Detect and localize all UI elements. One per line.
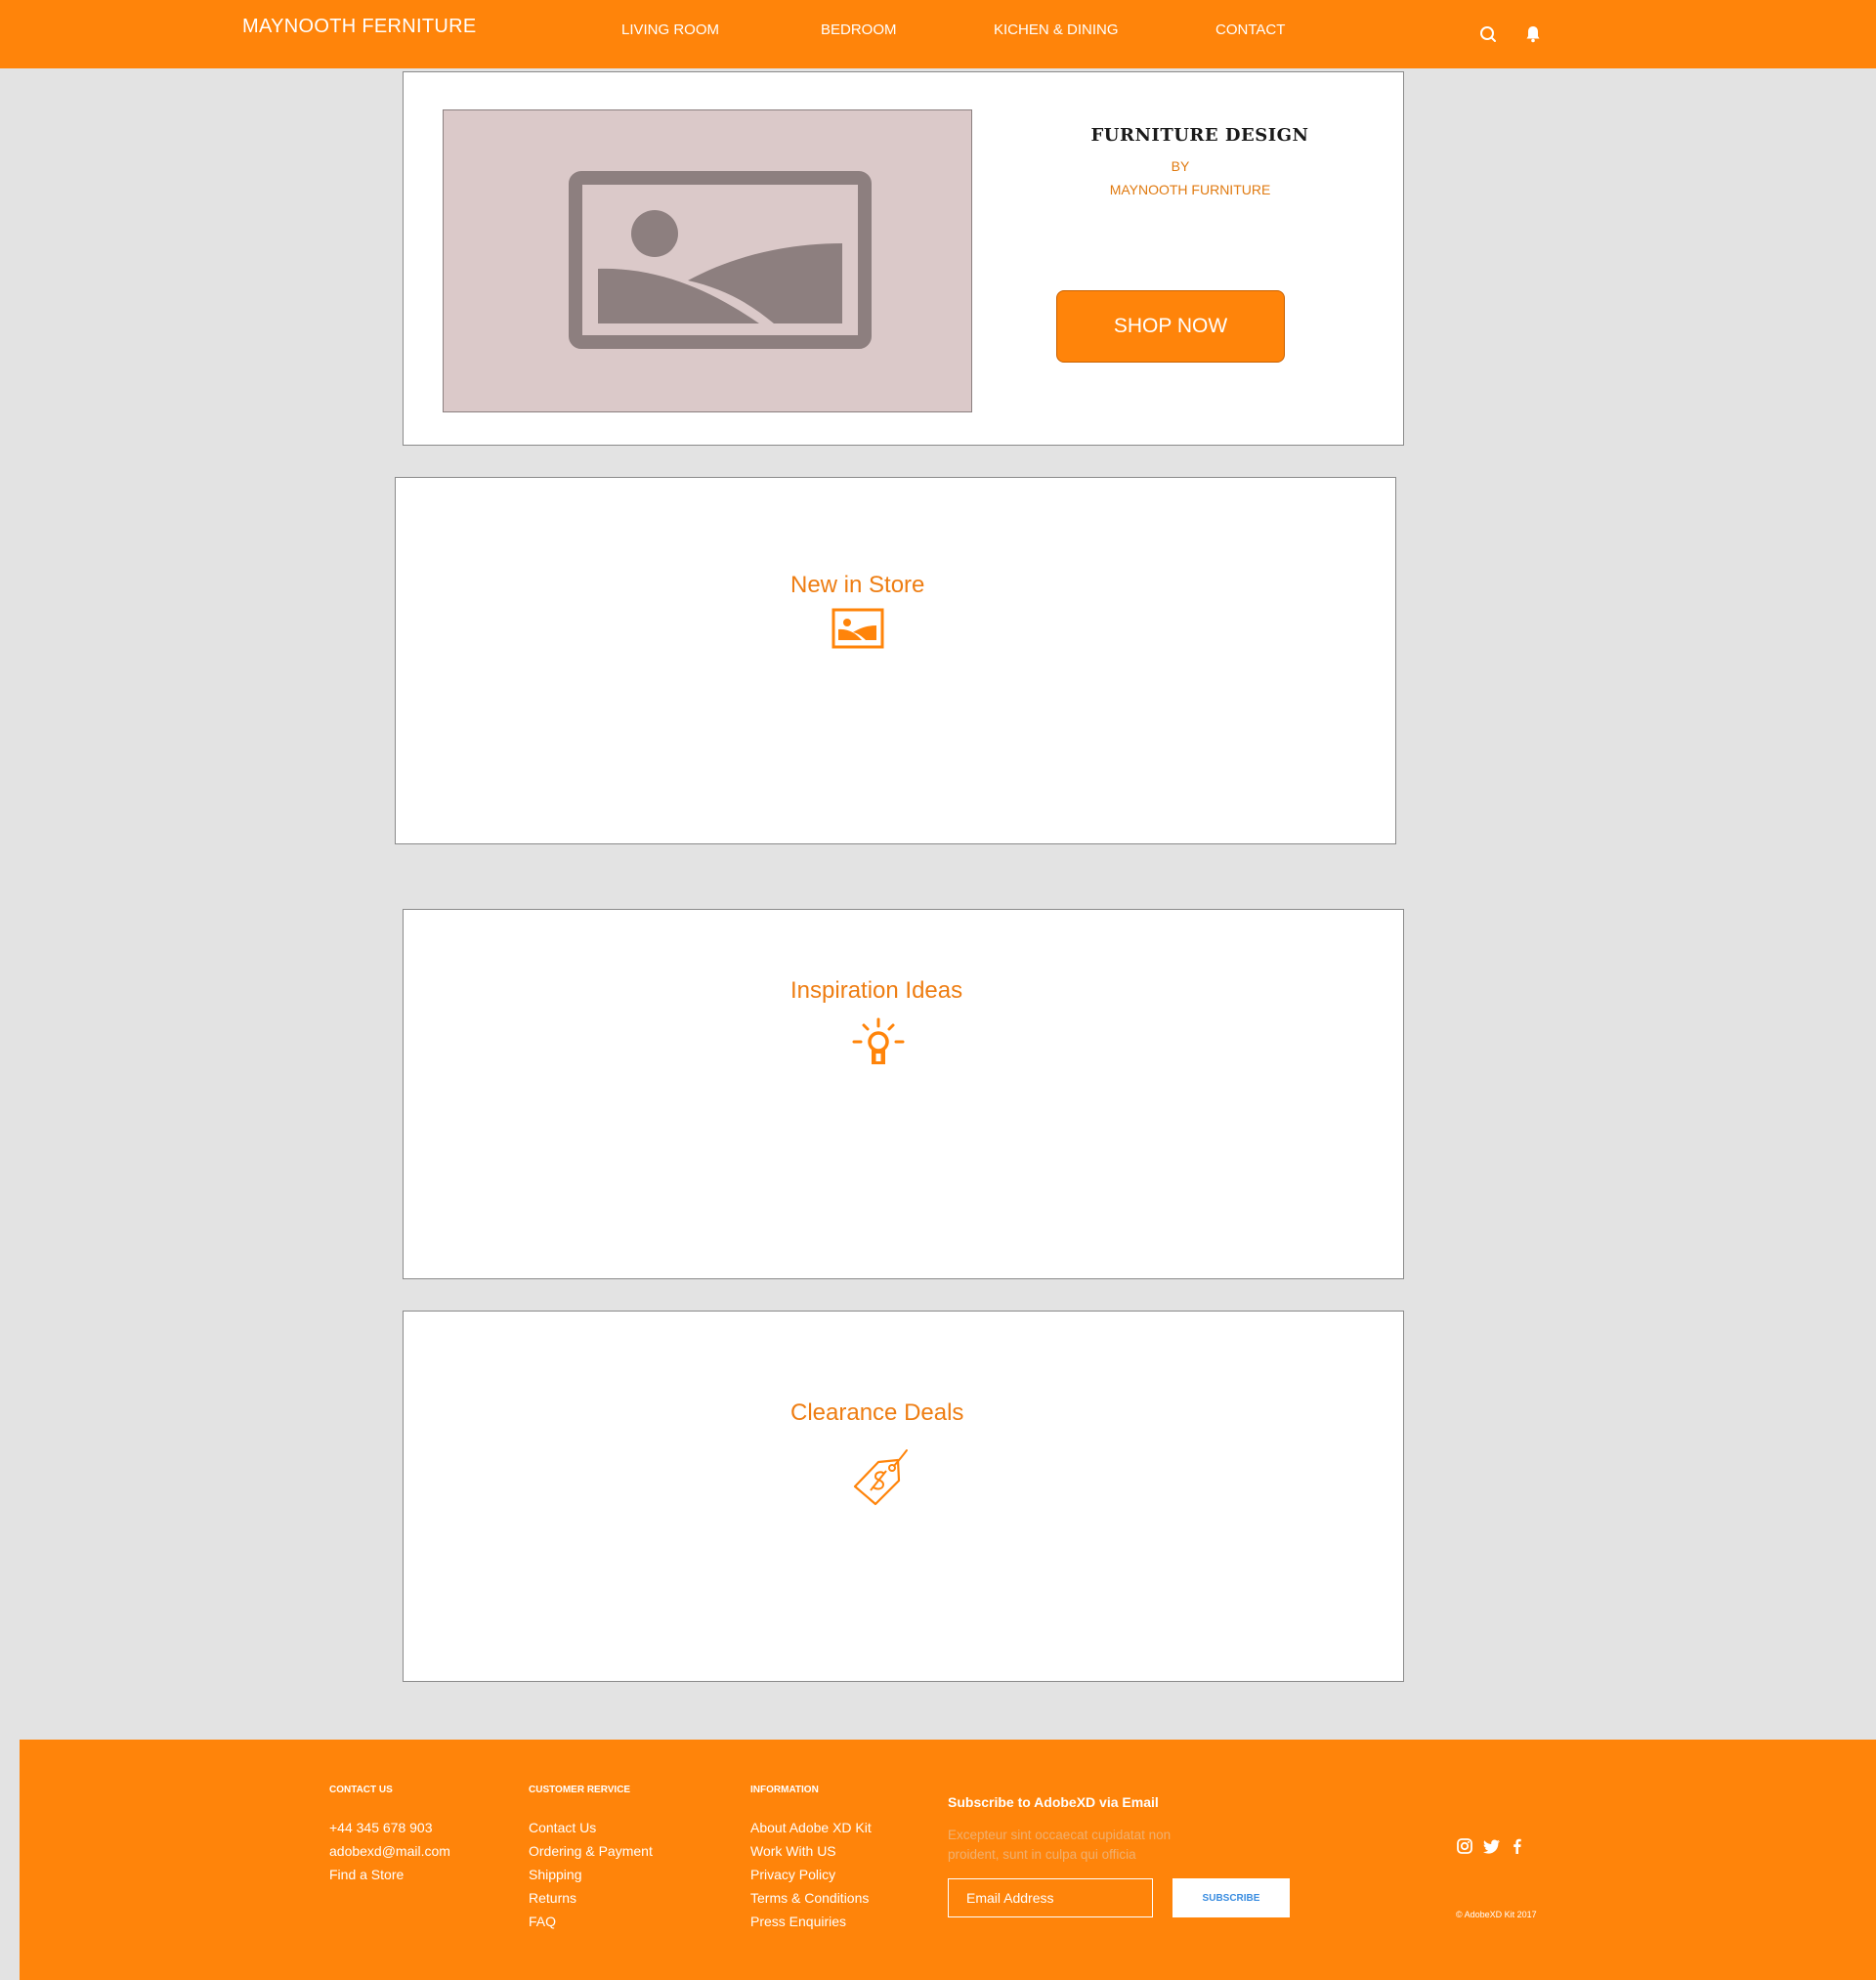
email-address-input[interactable] xyxy=(948,1878,1153,1917)
price-tag-icon xyxy=(853,1449,908,1506)
hero-image-placeholder xyxy=(443,109,972,412)
footer-email-link[interactable]: adobexd@mail.com xyxy=(329,1843,450,1859)
image-placeholder-icon xyxy=(569,171,872,349)
new-in-store-title: New in Store xyxy=(790,572,925,598)
nav-contact[interactable]: CONTACT xyxy=(1215,22,1285,38)
shop-now-button[interactable]: SHOP NOW xyxy=(1056,290,1285,363)
facebook-icon[interactable] xyxy=(1509,1837,1526,1855)
subscribe-description: Excepteur sint occaecat cupidatat non pr… xyxy=(948,1828,1172,1862)
bell-icon[interactable] xyxy=(1522,23,1544,45)
footer-link-contact-us[interactable]: Contact Us xyxy=(529,1820,596,1835)
footer-phone: +44 345 678 903 xyxy=(329,1820,433,1835)
hero-by-label: BY xyxy=(1171,158,1190,174)
brand-logo[interactable]: MAYNOOTH FERNITURE xyxy=(242,16,476,38)
subscribe-title: Subscribe to AdobeXD via Email xyxy=(948,1794,1159,1810)
clearance-deals-card[interactable]: Clearance Deals xyxy=(403,1311,1404,1682)
copyright-text: © AdobeXD Kit 2017 xyxy=(1456,1910,1537,1919)
footer-information-heading: INFORMATION xyxy=(750,1785,819,1795)
footer-link-returns[interactable]: Returns xyxy=(529,1890,576,1906)
footer: CONTACT US +44 345 678 903 adobexd@mail.… xyxy=(20,1740,1876,1980)
inspiration-ideas-card[interactable]: Inspiration Ideas xyxy=(403,909,1404,1279)
footer-link-faq[interactable]: FAQ xyxy=(529,1914,556,1929)
inspiration-ideas-title: Inspiration Ideas xyxy=(790,977,963,1004)
footer-link-terms[interactable]: Terms & Conditions xyxy=(750,1890,869,1906)
hero-card: FURNITURE DESIGN BY MAYNOOTH FURNITURE S… xyxy=(403,71,1404,446)
subscribe-button[interactable]: SUBSCRIBE xyxy=(1172,1878,1290,1917)
hero-company-name: MAYNOOTH FURNITURE xyxy=(1109,182,1271,197)
nav-kitchen-dining[interactable]: KICHEN & DINING xyxy=(994,22,1119,38)
top-nav: MAYNOOTH FERNITURE LIVING ROOM BEDROOM K… xyxy=(0,0,1876,68)
image-icon xyxy=(831,608,884,649)
footer-customer-service-heading: CUSTOMER RERVICE xyxy=(529,1785,631,1795)
clearance-deals-title: Clearance Deals xyxy=(790,1399,964,1426)
search-icon[interactable] xyxy=(1477,23,1499,45)
footer-link-work-with-us[interactable]: Work With US xyxy=(750,1843,836,1859)
footer-link-ordering-payment[interactable]: Ordering & Payment xyxy=(529,1843,653,1859)
lightbulb-icon xyxy=(852,1017,905,1064)
twitter-icon[interactable] xyxy=(1483,1837,1501,1855)
footer-link-about[interactable]: About Adobe XD Kit xyxy=(750,1820,872,1835)
footer-contact-heading: CONTACT US xyxy=(329,1785,393,1795)
hero-title: FURNITURE DESIGN xyxy=(1090,125,1309,146)
nav-living-room[interactable]: LIVING ROOM xyxy=(621,22,719,38)
footer-link-press[interactable]: Press Enquiries xyxy=(750,1914,846,1929)
footer-find-store-link[interactable]: Find a Store xyxy=(329,1867,404,1882)
new-in-store-card[interactable]: New in Store xyxy=(395,477,1396,844)
footer-link-shipping[interactable]: Shipping xyxy=(529,1867,582,1882)
instagram-icon[interactable] xyxy=(1456,1837,1473,1855)
footer-link-privacy-policy[interactable]: Privacy Policy xyxy=(750,1867,835,1882)
nav-bedroom[interactable]: BEDROOM xyxy=(821,22,897,38)
